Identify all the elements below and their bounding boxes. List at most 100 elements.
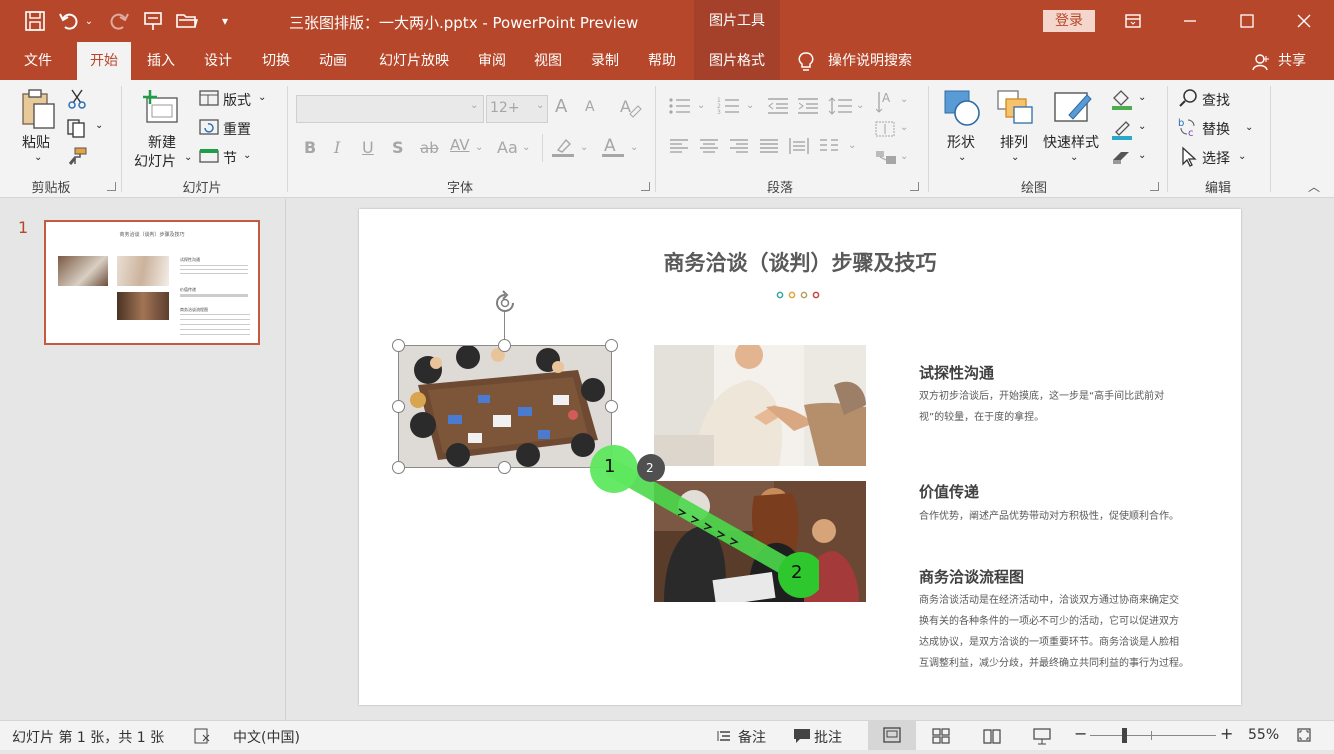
cut-icon[interactable] [68, 88, 86, 114]
resize-handle-ne[interactable] [605, 339, 618, 352]
zoom-slider-thumb[interactable] [1122, 728, 1127, 743]
zoom-level[interactable]: 55% [1248, 727, 1279, 743]
share-button[interactable]: 共享 [1272, 42, 1312, 80]
shrink-font-icon[interactable]: A [585, 99, 595, 115]
zoom-slider-icon[interactable] [1090, 735, 1216, 736]
new-slide-icon[interactable] [141, 90, 181, 130]
shape-fill-icon[interactable] [1110, 88, 1134, 114]
tab-picture-format[interactable]: 图片格式 [694, 42, 780, 80]
section-button[interactable]: 节 [223, 148, 237, 168]
bullets-dropdown-icon[interactable]: ⌄ [697, 100, 705, 111]
line-spacing-dropdown-icon[interactable]: ⌄ [856, 100, 864, 111]
select-button[interactable]: 选择 [1202, 148, 1230, 168]
clear-format-icon[interactable]: A [618, 96, 642, 122]
arrange-dropdown-icon[interactable]: ⌄ [1011, 152, 1019, 163]
shapes-dropdown-icon[interactable]: ⌄ [958, 152, 966, 163]
slideshow-view-icon[interactable] [1033, 727, 1051, 749]
photo-meeting-table[interactable] [398, 345, 612, 468]
highlight-dropdown-icon[interactable]: ⌄ [580, 142, 588, 153]
replace-button[interactable]: 替换 [1202, 119, 1230, 139]
tab-transitions[interactable]: 切换 [252, 42, 300, 80]
resize-handle-n[interactable] [498, 339, 511, 352]
copy-icon[interactable] [66, 118, 88, 142]
resize-handle-w[interactable] [392, 400, 405, 413]
increase-indent-icon[interactable] [796, 96, 820, 120]
decrease-indent-icon[interactable] [766, 96, 790, 120]
highlight-icon[interactable] [550, 136, 576, 162]
zoom-in-button[interactable]: + [1220, 724, 1233, 743]
layout-button[interactable]: 版式 [223, 90, 251, 110]
strikethrough-icon[interactable]: ab [420, 139, 439, 157]
undo-icon[interactable] [56, 8, 82, 34]
tab-slideshow[interactable]: 幻灯片放映 [366, 42, 462, 80]
tab-review[interactable]: 审阅 [468, 42, 516, 80]
redo-icon[interactable] [106, 8, 132, 34]
char-spacing-icon[interactable]: AV [450, 136, 470, 154]
replace-icon[interactable]: bc [1178, 116, 1200, 142]
paste-dropdown-icon[interactable]: ⌄ [34, 152, 42, 163]
font-name-box[interactable] [296, 95, 484, 123]
arrange-icon[interactable] [996, 89, 1036, 133]
minimize-icon[interactable] [1177, 8, 1203, 34]
font-launcher-icon[interactable] [641, 182, 650, 191]
tab-design[interactable]: 设计 [194, 42, 242, 80]
text-direction-icon[interactable]: A [875, 90, 898, 118]
align-center-icon[interactable] [698, 137, 720, 159]
pin-icon[interactable] [140, 8, 166, 34]
new-slide-line1[interactable]: 新建 [148, 132, 176, 152]
layout-icon[interactable] [199, 90, 219, 110]
text-direction-dropdown-icon[interactable]: ⌄ [900, 94, 908, 105]
tab-insert[interactable]: 插入 [137, 42, 185, 80]
language-status[interactable]: 中文(中国) [233, 727, 300, 747]
tab-animations[interactable]: 动画 [309, 42, 357, 80]
close-icon[interactable] [1291, 8, 1317, 34]
font-size-dropdown-icon[interactable]: ⌄ [536, 100, 544, 111]
quick-styles-button[interactable]: 快速样式 [1043, 132, 1099, 152]
arrange-button[interactable]: 排列 [1000, 132, 1028, 152]
tab-help[interactable]: 帮助 [638, 42, 686, 80]
slide-thumbnail[interactable]: 商务洽谈（谈判）步骤及技巧 试探性沟通 价值传递 商务洽谈流程图 [44, 220, 260, 345]
justify-icon[interactable] [758, 137, 780, 159]
columns-dropdown-icon[interactable]: ⌄ [848, 140, 856, 151]
paste-button[interactable]: 粘贴 [22, 132, 50, 152]
open-icon[interactable] [174, 8, 200, 34]
copy-dropdown-icon[interactable]: ⌄ [95, 120, 103, 131]
section-heading-process[interactable]: 商务洽谈流程图 [919, 566, 1024, 587]
clipboard-launcher-icon[interactable] [107, 182, 116, 191]
smartart-dropdown-icon[interactable]: ⌄ [900, 151, 908, 162]
format-painter-icon[interactable] [66, 146, 88, 170]
shape-outline-icon[interactable] [1110, 118, 1134, 144]
zoom-out-button[interactable]: − [1074, 724, 1087, 743]
normal-view-button[interactable] [868, 721, 916, 750]
underline-icon[interactable]: U [362, 138, 374, 157]
section-text-probing[interactable]: 双方初步洽谈后，开始摸底，这一步是“高手间比武前对 视”的较量，在于度的拿捏。 [919, 386, 1164, 428]
tab-record[interactable]: 录制 [581, 42, 629, 80]
layout-dropdown-icon[interactable]: ⌄ [258, 92, 266, 103]
align-text-icon[interactable] [874, 119, 896, 143]
line-spacing-icon[interactable] [828, 96, 854, 120]
bold-icon[interactable]: B [304, 138, 316, 157]
smartart-icon[interactable] [874, 147, 898, 171]
section-icon[interactable] [199, 148, 219, 168]
reading-view-icon[interactable] [983, 727, 1001, 749]
quick-styles-dropdown-icon[interactable]: ⌄ [1070, 152, 1078, 163]
numbering-dropdown-icon[interactable]: ⌄ [746, 100, 754, 111]
find-button[interactable]: 查找 [1202, 90, 1230, 110]
shape-effects-dropdown-icon[interactable]: ⌄ [1138, 150, 1146, 161]
tab-file[interactable]: 文件 [14, 42, 62, 80]
replace-dropdown-icon[interactable]: ⌄ [1245, 122, 1253, 133]
select-dropdown-icon[interactable]: ⌄ [1238, 151, 1246, 162]
collapse-ribbon-icon[interactable]: ︿ [1308, 178, 1320, 195]
change-case-dropdown-icon[interactable]: ⌄ [522, 142, 530, 153]
section-dropdown-icon[interactable]: ⌄ [243, 150, 251, 161]
select-icon[interactable] [1180, 146, 1198, 172]
align-right-icon[interactable] [728, 137, 750, 159]
comments-icon[interactable] [793, 728, 811, 748]
new-slide-line2[interactable]: 幻灯片 [134, 151, 176, 171]
tab-home[interactable]: 开始 [77, 42, 131, 80]
resize-handle-nw[interactable] [392, 339, 405, 352]
login-button[interactable]: 登录 [1043, 10, 1095, 32]
customize-icon[interactable]: ▾ [212, 8, 238, 34]
font-color-dropdown-icon[interactable]: ⌄ [630, 142, 638, 153]
slide-title[interactable]: 商务洽谈（谈判）步骤及技巧 [359, 247, 1241, 277]
